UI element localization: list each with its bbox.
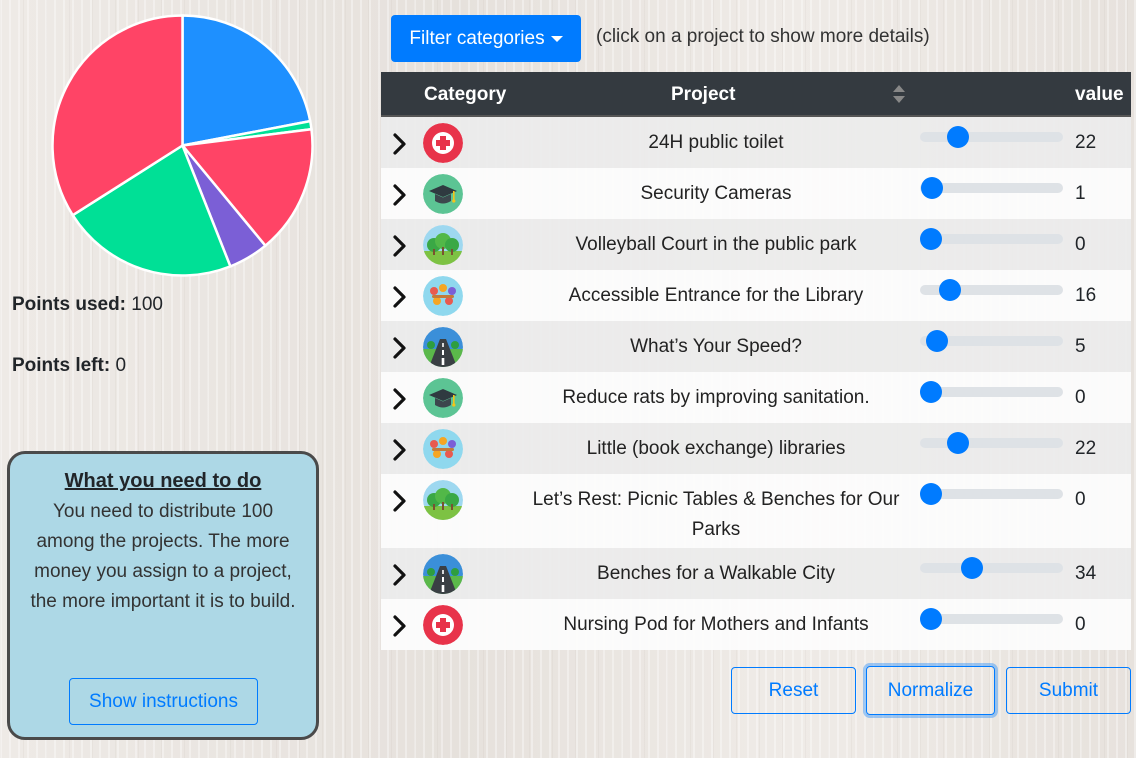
education-icon <box>423 174 463 214</box>
value-slider[interactable] <box>920 432 1063 454</box>
project-name[interactable]: Security Cameras <box>521 179 911 209</box>
project-name[interactable]: Nursing Pod for Mothers and Infants <box>521 610 911 640</box>
value-display: 0 <box>1075 234 1086 255</box>
table-row[interactable]: Accessible Entrance for the Library 16 <box>381 270 1131 321</box>
table-row[interactable]: Volleyball Court in the public park 0 <box>381 219 1131 270</box>
points-used: Points used: 100 <box>12 294 163 316</box>
points-pie-chart <box>51 14 314 277</box>
project-name[interactable]: Volleyball Court in the public park <box>521 230 911 260</box>
value-slider[interactable] <box>920 381 1063 403</box>
park-icon <box>423 480 463 520</box>
slider-thumb[interactable] <box>920 381 942 403</box>
project-name[interactable]: Let’s Rest: Picnic Tables & Benches for … <box>521 485 911 545</box>
projects-table: Category Project value 24H public toilet… <box>381 72 1131 650</box>
table-row[interactable]: What’s Your Speed? 5 <box>381 321 1131 372</box>
filter-categories-label: Filter categories <box>409 27 545 49</box>
slider-thumb[interactable] <box>920 483 942 505</box>
education-icon <box>423 378 463 418</box>
slider-thumb[interactable] <box>920 608 942 630</box>
chevron-right-icon[interactable] <box>391 234 409 258</box>
community-icon <box>423 276 463 316</box>
park-icon <box>423 225 463 265</box>
table-header: Category Project value <box>381 72 1131 117</box>
table-row[interactable]: Let’s Rest: Picnic Tables & Benches for … <box>381 474 1131 548</box>
chevron-right-icon[interactable] <box>391 285 409 309</box>
project-name[interactable]: What’s Your Speed? <box>521 332 911 362</box>
value-display: 0 <box>1075 387 1086 408</box>
slider-thumb[interactable] <box>926 330 949 352</box>
value-display: 0 <box>1075 489 1086 510</box>
chevron-right-icon[interactable] <box>391 438 409 462</box>
points-used-value: 100 <box>131 294 163 315</box>
value-slider[interactable] <box>920 483 1063 505</box>
value-display: 5 <box>1075 336 1086 357</box>
chevron-right-icon[interactable] <box>391 336 409 360</box>
chevron-right-icon[interactable] <box>391 563 409 587</box>
project-name[interactable]: Little (book exchange) libraries <box>521 434 911 464</box>
value-display: 0 <box>1075 614 1086 635</box>
table-row[interactable]: Little (book exchange) libraries 22 <box>381 423 1131 474</box>
slider-thumb[interactable] <box>921 177 944 199</box>
slider-thumb[interactable] <box>920 228 942 250</box>
chevron-right-icon[interactable] <box>391 614 409 638</box>
header-value[interactable]: value <box>1075 84 1124 106</box>
value-display: 22 <box>1075 132 1097 153</box>
sort-icon[interactable] <box>893 85 905 105</box>
points-used-label: Points used: <box>12 294 127 315</box>
points-left-label: Points left: <box>12 355 111 376</box>
table-row[interactable]: Nursing Pod for Mothers and Infants 0 <box>381 599 1131 650</box>
value-display: 34 <box>1075 563 1097 584</box>
road-icon <box>423 327 463 367</box>
chevron-right-icon[interactable] <box>391 387 409 411</box>
table-row[interactable]: Reduce rats by improving sanitation. 0 <box>381 372 1131 423</box>
community-icon <box>423 429 463 469</box>
chevron-right-icon[interactable] <box>391 132 409 156</box>
instructions-title: What you need to do <box>64 470 262 492</box>
show-instructions-button[interactable]: Show instructions <box>69 678 258 725</box>
slider-thumb[interactable] <box>939 279 962 301</box>
value-slider[interactable] <box>920 126 1063 148</box>
road-icon <box>423 554 463 594</box>
slider-thumb[interactable] <box>946 432 969 454</box>
project-name[interactable]: 24H public toilet <box>521 128 911 158</box>
table-row[interactable]: 24H public toilet 22 <box>381 117 1131 168</box>
instructions-panel: What you need to do You need to distribu… <box>7 451 319 740</box>
table-row[interactable]: Benches for a Walkable City 34 <box>381 548 1131 599</box>
value-slider[interactable] <box>920 228 1063 250</box>
points-left: Points left: 0 <box>12 355 126 377</box>
value-slider[interactable] <box>920 177 1063 199</box>
project-name[interactable]: Accessible Entrance for the Library <box>521 281 911 311</box>
chevron-right-icon[interactable] <box>391 489 409 513</box>
value-slider[interactable] <box>920 608 1063 630</box>
instructions-text: You need to distribute 100 among the pro… <box>30 501 296 612</box>
health-icon <box>423 605 463 645</box>
caret-down-icon <box>550 35 563 42</box>
reset-button[interactable]: Reset <box>731 667 856 714</box>
value-slider[interactable] <box>920 557 1063 579</box>
points-left-value: 0 <box>115 355 127 376</box>
project-name[interactable]: Reduce rats by improving sanitation. <box>521 383 911 413</box>
slider-thumb[interactable] <box>961 557 984 579</box>
chevron-right-icon[interactable] <box>391 183 409 207</box>
value-slider[interactable] <box>920 279 1063 301</box>
value-display: 1 <box>1075 183 1086 204</box>
value-display: 22 <box>1075 438 1097 459</box>
table-body: 24H public toilet 22 Security Cameras 1 Voll… <box>381 117 1131 650</box>
header-project[interactable]: Project <box>671 84 735 106</box>
value-slider[interactable] <box>920 330 1063 352</box>
slider-thumb[interactable] <box>946 126 969 148</box>
normalize-button[interactable]: Normalize <box>866 666 995 715</box>
project-name[interactable]: Benches for a Walkable City <box>521 559 911 589</box>
header-category[interactable]: Category <box>424 84 506 106</box>
table-row[interactable]: Security Cameras 1 <box>381 168 1131 219</box>
filter-categories-button[interactable]: Filter categories <box>391 15 581 62</box>
value-display: 16 <box>1075 285 1097 306</box>
health-icon <box>423 123 463 163</box>
details-hint: (click on a project to show more details… <box>596 26 930 47</box>
submit-button[interactable]: Submit <box>1006 667 1131 714</box>
